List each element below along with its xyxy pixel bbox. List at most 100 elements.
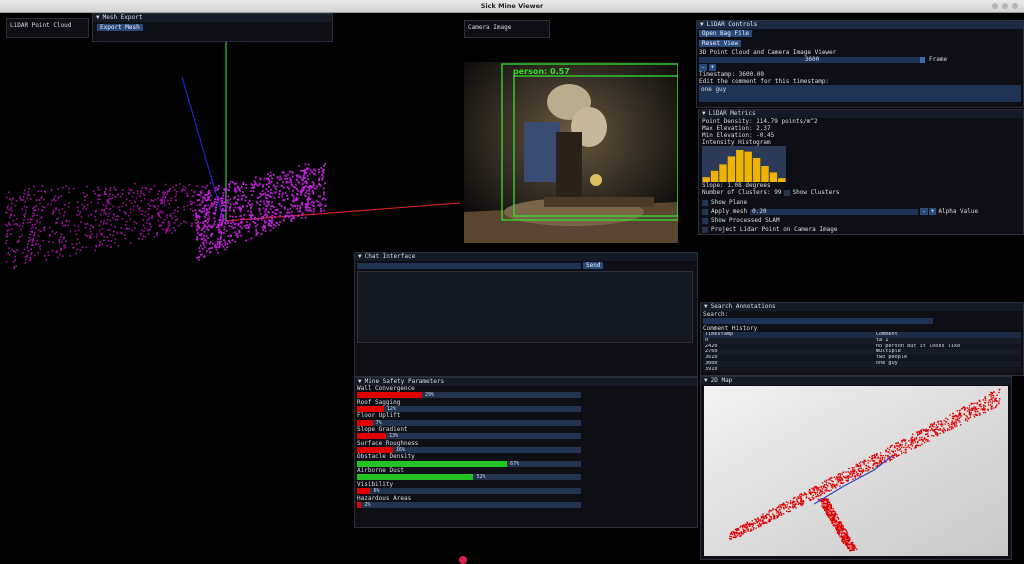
collapse-arrow-icon: ▼ xyxy=(358,378,362,385)
slope-text: Slope: 1.08 degrees xyxy=(702,182,771,189)
map-2d-canvas[interactable] xyxy=(704,386,1008,556)
safety-progress-bar: 29% xyxy=(357,392,581,399)
collapse-arrow-icon: ▼ xyxy=(358,253,362,260)
histogram-label: Intensity Histogram xyxy=(702,139,771,146)
table-row[interactable]: 3910 xyxy=(703,366,1021,373)
safety-param-value: 7% xyxy=(375,419,382,426)
safety-progress-fill xyxy=(357,488,371,494)
safety-progress-bar: 12% xyxy=(357,405,581,412)
safety-param-value: 29% xyxy=(424,392,434,399)
frame-decrement-button[interactable]: - xyxy=(699,64,707,71)
show-clusters-label: Show Clusters xyxy=(792,189,840,196)
show-slam-label: Show Processed SLAM xyxy=(711,217,780,224)
frame-slider-value: 3600 xyxy=(804,55,820,63)
histogram-bar xyxy=(727,156,736,182)
minimize-button[interactable] xyxy=(992,3,998,9)
history-comment xyxy=(876,367,1021,373)
camera-image: person: 0.57 xyxy=(464,62,678,243)
chat-panel: ▼ Chat Interface Send xyxy=(354,252,698,377)
apply-mesh-checkbox[interactable] xyxy=(702,208,708,215)
safety-progress-fill xyxy=(357,419,373,426)
detection-label: person: 0.57 xyxy=(513,67,570,76)
show-slam-checkbox[interactable] xyxy=(702,217,708,224)
frame-slider[interactable]: 3600 xyxy=(699,55,925,63)
project-lidar-label: Project Lidar Point on Camera Image xyxy=(711,226,838,233)
frame-label: Frame xyxy=(929,56,948,63)
histogram-bar xyxy=(719,164,727,182)
frame-increment-button[interactable]: + xyxy=(708,64,717,71)
safety-param-value: 13% xyxy=(389,433,399,440)
lidar-controls-panel: ▼ LiDAR Controls Open Bag File Reset View… xyxy=(696,20,1024,108)
safety-progress-fill xyxy=(357,474,474,481)
lidar-metrics-header[interactable]: ▼ LiDAR Metrics xyxy=(699,110,1023,118)
collapse-arrow-icon: ▼ xyxy=(704,303,708,310)
show-plane-checkbox[interactable] xyxy=(702,199,708,206)
history-timestamp: 3910 xyxy=(705,366,718,372)
open-bag-file-button[interactable]: Open Bag File xyxy=(699,30,752,37)
histogram-bar xyxy=(761,166,769,182)
comment-prompt: Edit the comment for this timestamp: xyxy=(699,78,830,85)
safety-param-value: 52% xyxy=(476,474,486,481)
histogram-bar xyxy=(769,172,778,182)
project-lidar-checkbox[interactable] xyxy=(702,226,708,233)
alpha-value-input[interactable]: 0.20 xyxy=(750,208,919,215)
window-titlebar: Sick Mine Viewer xyxy=(0,0,1024,13)
safety-param-value: 2% xyxy=(364,501,371,508)
histogram-bar xyxy=(778,178,786,182)
histogram-bar xyxy=(752,158,761,182)
collapse-arrow-icon: ▼ xyxy=(700,21,704,28)
search-label: Search: xyxy=(703,311,729,318)
comment-textarea[interactable]: one guy xyxy=(699,85,1021,102)
safety-param-value: 12% xyxy=(386,405,396,412)
viewer-label: 3D Point Cloud and Camera Image Viewer xyxy=(699,49,837,56)
alpha-value-label: Alpha Value xyxy=(938,208,979,215)
max-elevation: Max Elevation: 2.37 xyxy=(702,125,771,132)
timestamp-text: Timestamp: 3600.00 xyxy=(699,71,765,78)
safety-progress-fill xyxy=(357,460,508,467)
comment-value: one guy xyxy=(701,86,727,93)
mesh-export-header[interactable]: ▼ Mesh Export xyxy=(93,14,332,22)
alpha-increment-button[interactable]: + xyxy=(928,208,937,215)
intensity-histogram xyxy=(702,146,786,182)
safety-progress-fill xyxy=(357,446,393,453)
close-button[interactable] xyxy=(1012,3,1018,9)
safety-progress-bar: 6% xyxy=(357,488,581,494)
search-input[interactable] xyxy=(703,318,933,324)
safety-param-value: 16% xyxy=(395,446,405,453)
apply-mesh-label: Apply mesh xyxy=(711,208,748,215)
reset-view-button[interactable]: Reset View xyxy=(699,40,742,47)
mesh-export-panel: ▼ Mesh Export Export Mesh xyxy=(92,13,333,42)
show-plane-label: Show Plane xyxy=(711,199,748,206)
map-2d-panel: ▼ 2D Map xyxy=(700,376,1012,560)
safety-param-value: 6% xyxy=(373,488,380,494)
send-button[interactable]: Send xyxy=(583,262,604,269)
safety-progress-fill xyxy=(357,405,384,412)
slider-handle[interactable] xyxy=(920,56,925,63)
camera-label-panel: Camera Image xyxy=(464,20,550,38)
histogram-bar xyxy=(744,151,752,182)
annotations-panel: ▼ Search Annotations Search: Comment Hist… xyxy=(700,302,1024,376)
map-2d-header[interactable]: ▼ 2D Map xyxy=(701,377,1011,385)
lidar-metrics-panel: ▼ LiDAR Metrics Point Density: 114.79 poi… xyxy=(698,109,1024,235)
safety-progress-bar: 67% xyxy=(357,460,581,467)
show-clusters-checkbox[interactable] xyxy=(784,189,791,196)
safety-progress-fill xyxy=(357,433,387,440)
alpha-decrement-button[interactable]: - xyxy=(920,208,928,215)
collapse-arrow-icon: ▼ xyxy=(96,14,100,21)
camera-label: Camera Image xyxy=(468,24,512,31)
window-title: Sick Mine Viewer xyxy=(480,2,544,10)
annotations-header[interactable]: ▼ Search Annotations xyxy=(701,303,1023,311)
histogram-bar xyxy=(710,170,719,182)
chat-history[interactable] xyxy=(357,271,693,343)
history-label: Comment History xyxy=(703,325,758,332)
safety-progress-bar: 13% xyxy=(357,433,581,440)
chat-input[interactable] xyxy=(357,262,581,269)
collapse-arrow-icon: ▼ xyxy=(702,110,706,117)
maximize-button[interactable] xyxy=(1002,3,1008,9)
chat-header[interactable]: ▼ Chat Interface xyxy=(355,253,697,261)
lidar-controls-header[interactable]: ▼ LiDAR Controls xyxy=(697,21,1023,29)
safety-progress-bar: 7% xyxy=(357,419,581,426)
point-density: Point Density: 114.79 points/m^2 xyxy=(702,118,818,125)
lidar-label: LiDAR Point Cloud xyxy=(10,22,72,29)
export-mesh-button[interactable]: Export Mesh xyxy=(97,24,143,31)
